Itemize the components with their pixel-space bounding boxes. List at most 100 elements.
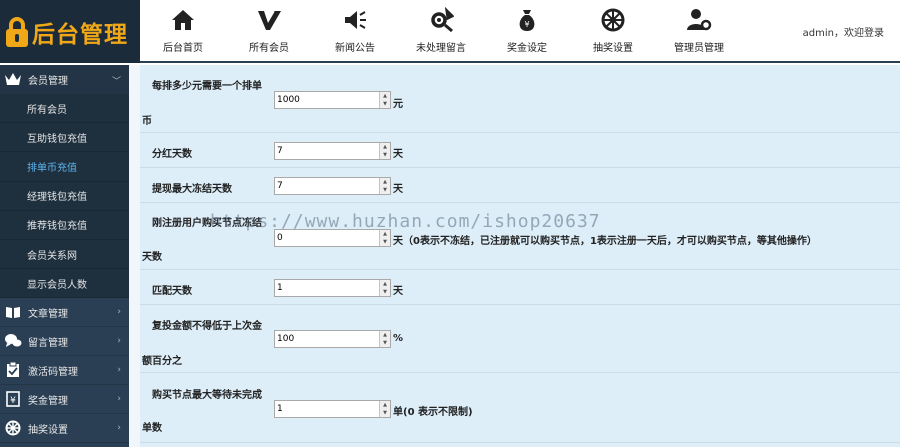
sidebar-item-mutual-wallet-recharge[interactable]: 互助钱包充值: [0, 123, 129, 153]
number-spinner[interactable]: ▲ ▼: [379, 230, 390, 246]
spin-down-icon[interactable]: ▼: [380, 151, 390, 159]
field-label-wrap: 天数: [142, 252, 162, 263]
field-label-wrap: 单数: [142, 423, 162, 434]
nav-item-bonus-settings[interactable]: ¥ 奖金设定: [484, 0, 570, 63]
sidebar-group-lottery[interactable]: 抽奖设置 ›: [0, 414, 129, 444]
chevron-right-icon: ›: [117, 307, 121, 318]
number-spinner[interactable]: ▲ ▼: [379, 178, 390, 194]
spin-down-icon[interactable]: ▼: [380, 288, 390, 296]
top-nav: 后台首页 所有会员 新闻公告 未处理留言 ¥ 奖金设定 抽奖设置 管理员管理: [140, 0, 742, 63]
queue-coin-price-field[interactable]: ▲▼: [274, 91, 391, 109]
form-row-match-days: 匹配天数 ▲▼ 天: [140, 270, 900, 305]
logo: 后台管理: [0, 0, 140, 63]
reinvest-percent-field[interactable]: ▲▼: [274, 330, 391, 348]
chevron-right-icon: ›: [117, 394, 121, 405]
match-days-input[interactable]: [275, 280, 379, 296]
field-unit: 天: [393, 286, 403, 297]
form-row-reinvest-percent: 复投金额不得低于上次金 额百分之 ▲▼ %: [140, 305, 900, 373]
spin-down-icon[interactable]: ▼: [380, 339, 390, 347]
field-label: 匹配天数: [152, 286, 192, 297]
number-spinner[interactable]: ▲ ▼: [379, 331, 390, 347]
tools-icon: [431, 7, 454, 33]
sidebar-group-bonus[interactable]: ¥ 奖金管理 ›: [0, 385, 129, 415]
spin-down-icon[interactable]: ▼: [380, 186, 390, 194]
chevron-right-icon: ›: [117, 336, 121, 347]
content-gutter: [129, 65, 140, 447]
field-label-wrap: 额百分之: [142, 356, 182, 367]
sidebar-item-member-count[interactable]: 显示会员人数: [0, 269, 129, 299]
sidebar-item-member-network[interactable]: 会员关系网: [0, 240, 129, 270]
top-header: 后台管理 后台首页 所有会员 新闻公告 未处理留言 ¥ 奖金设定 抽奖设置 管理…: [0, 0, 900, 63]
field-label: 分红天数: [152, 149, 192, 160]
new-user-freeze-days-input[interactable]: [275, 230, 379, 246]
nav-item-unhandled-messages[interactable]: 未处理留言: [398, 0, 484, 63]
sidebar-group-articles[interactable]: 文章管理 ›: [0, 298, 129, 328]
sidebar-item-all-members[interactable]: 所有会员: [0, 94, 129, 124]
clipboard-icon: [4, 362, 22, 378]
sidebar-group-activation-codes[interactable]: 激活码管理 ›: [0, 356, 129, 386]
sidebar-submenu-members: 所有会员 互助钱包充值 排单币充值 经理钱包充值 推荐钱包充值 会员关系网 显示…: [0, 94, 129, 299]
sidebar-group-messages[interactable]: 留言管理 ›: [0, 327, 129, 357]
withdraw-freeze-days-input[interactable]: [275, 178, 379, 194]
match-days-field[interactable]: ▲▼: [274, 279, 391, 297]
reinvest-percent-input[interactable]: [275, 331, 379, 347]
number-spinner[interactable]: ▲ ▼: [379, 401, 390, 417]
nav-item-home[interactable]: 后台首页: [140, 0, 226, 63]
spin-up-icon[interactable]: ▲: [380, 280, 390, 288]
spin-down-icon[interactable]: ▼: [380, 238, 390, 246]
app-title: 后台管理: [32, 20, 128, 48]
spin-up-icon[interactable]: ▲: [380, 331, 390, 339]
sidebar-item-manager-wallet-recharge[interactable]: 经理钱包充值: [0, 182, 129, 211]
field-label: 购买节点最大等待未完成: [152, 390, 262, 401]
withdraw-freeze-days-field[interactable]: ▲▼: [274, 177, 391, 195]
max-pending-orders-field[interactable]: ▲▼: [274, 400, 391, 418]
spin-up-icon[interactable]: ▲: [380, 92, 390, 100]
form-row-queue-coin-price: 每排多少元需要一个排单 币 ▲▼ 元: [140, 65, 900, 133]
form-row-new-user-freeze-days: 刚注册用户购买节点冻结 天数 ▲▼ 天（0表示不冻结，已注册就可以购买节点，1表…: [140, 203, 900, 270]
spin-up-icon[interactable]: ▲: [380, 178, 390, 186]
field-label: 复投金额不得低于上次金: [152, 321, 262, 332]
max-pending-orders-input[interactable]: [275, 401, 379, 417]
nav-item-lottery-settings[interactable]: 抽奖设置: [570, 0, 656, 63]
form-row-max-pending-orders: 购买节点最大等待未完成 单数 ▲▼ 单(0 表示不限制): [140, 373, 900, 443]
nav-item-news[interactable]: 新闻公告: [312, 0, 398, 63]
sidebar-item-queue-coin-recharge[interactable]: 排单币充值: [0, 152, 129, 182]
new-user-freeze-days-field[interactable]: ▲▼: [274, 229, 391, 247]
number-spinner[interactable]: ▲ ▼: [379, 280, 390, 296]
sidebar-group-members[interactable]: 会员管理 ﹀: [0, 65, 129, 94]
number-spinner[interactable]: ▲ ▼: [379, 143, 390, 159]
chevron-down-icon: ﹀: [111, 77, 121, 87]
field-unit: 单(0 表示不限制): [393, 407, 473, 418]
field-label: 刚注册用户购买节点冻结: [152, 218, 262, 229]
nav-item-admin-management[interactable]: 管理员管理: [656, 0, 742, 63]
number-spinner[interactable]: ▲ ▼: [379, 92, 390, 108]
lock-icon: [6, 16, 28, 47]
field-unit: 天: [393, 184, 403, 195]
user-greeting: admin，欢迎登录: [802, 28, 884, 39]
form-row-dividend-days: 分红天数 ▲▼ 天: [140, 133, 900, 168]
field-label: 每排多少元需要一个排单: [152, 81, 262, 92]
settings-form: 每排多少元需要一个排单 币 ▲▼ 元 分红天数 ▲▼ 天 提现最大冻结天数 ▲▼…: [140, 65, 900, 447]
spin-down-icon[interactable]: ▼: [380, 409, 390, 417]
spin-up-icon[interactable]: ▲: [380, 230, 390, 238]
spin-down-icon[interactable]: ▼: [380, 100, 390, 108]
dividend-days-input[interactable]: [275, 143, 379, 159]
field-unit: 元: [393, 99, 403, 110]
money-doc-icon: ¥: [4, 391, 22, 408]
home-icon: [172, 10, 194, 30]
field-unit: %: [393, 333, 404, 344]
queue-coin-price-input[interactable]: [275, 92, 379, 108]
sidebar: 会员管理 ﹀ 所有会员 互助钱包充值 排单币充值 经理钱包充值 推荐钱包充值 会…: [0, 65, 129, 447]
sidebar-item-referral-wallet-recharge[interactable]: 推荐钱包充值: [0, 211, 129, 240]
chevron-right-icon: ›: [117, 423, 121, 434]
field-unit: 天: [393, 149, 403, 160]
spin-up-icon[interactable]: ▲: [380, 401, 390, 409]
field-unit: 天（0表示不冻结，已注册就可以购买节点，1表示注册一天后，才可以购买节点，等其他…: [393, 236, 817, 247]
money-bag-icon: ¥: [519, 10, 535, 31]
chevron-right-icon: ›: [117, 365, 121, 376]
field-label: 提现最大冻结天数: [152, 184, 232, 195]
svg-text:¥: ¥: [10, 396, 16, 406]
dividend-days-field[interactable]: ▲▼: [274, 142, 391, 160]
nav-item-all-members[interactable]: 所有会员: [226, 0, 312, 63]
spin-up-icon[interactable]: ▲: [380, 143, 390, 151]
